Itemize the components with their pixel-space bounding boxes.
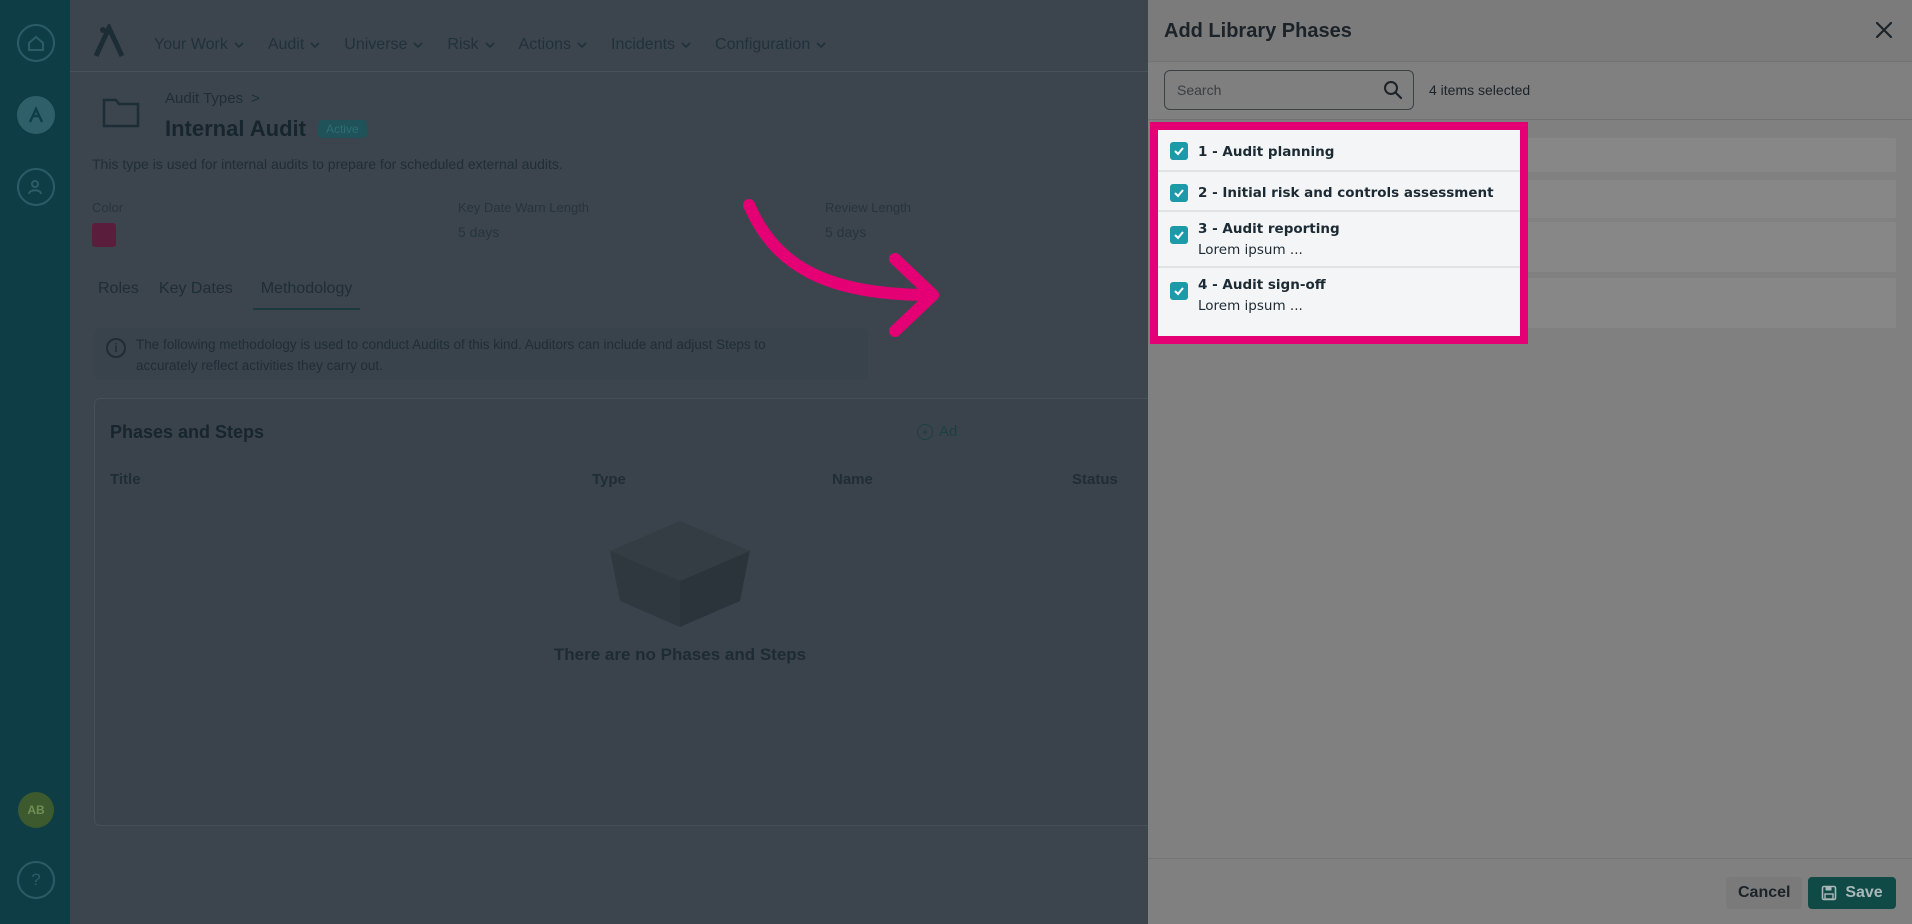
column-name[interactable]: Name [832,471,873,488]
breadcrumb-separator: > [251,90,260,107]
chevron-down-icon [413,42,423,49]
phases-title: Phases and Steps [110,422,265,442]
chevron-down-icon [681,42,691,49]
phase-description: Lorem ipsum ... [1198,298,1303,314]
close-icon[interactable] [1874,20,1894,40]
brand-logo-icon[interactable] [92,24,126,58]
nav-label: Risk [447,36,479,53]
key-date-field: Key Date Warn Length 5 days [458,200,589,240]
search-box [1164,70,1414,110]
checkbox-checked[interactable] [1170,226,1188,244]
nav-label: Actions [518,36,571,53]
page-description: This type is used for internal audits to… [92,156,563,172]
column-status[interactable]: Status [1072,471,1118,488]
nav-configuration[interactable]: Configuration [715,36,826,54]
check-icon [1174,287,1184,296]
phase-description: Lorem ipsum ... [1198,242,1303,258]
empty-state-text: There are no Phases and Steps [553,645,807,664]
breadcrumb: Audit Types > [165,90,260,107]
drawer-toolbar: 4 items selected [1148,62,1912,120]
home-icon[interactable] [17,24,55,62]
list-row-background [1516,180,1896,218]
nav-incidents[interactable]: Incidents [611,36,691,54]
search-icon[interactable] [1383,80,1403,100]
list-row-background [1516,278,1896,328]
column-type[interactable]: Type [592,471,626,488]
nav-your-work[interactable]: Your Work [154,36,244,54]
add-phase-label: Ad [939,423,958,440]
phase-title: 3 - Audit reporting [1198,221,1340,237]
checkbox-checked[interactable] [1170,142,1188,160]
chevron-down-icon [310,42,320,49]
nav-label: Universe [344,36,408,53]
key-date-value: 5 days [458,224,500,240]
chevron-down-icon [816,42,826,49]
main-nav: Your Work Audit Universe Risk Actions In… [154,36,826,54]
tab-methodology[interactable]: Methodology [252,280,361,310]
tab-roles[interactable]: Roles [98,280,139,310]
check-icon [1174,189,1184,198]
plus-circle-icon: + [917,423,933,440]
phases-and-steps-card: Phases and Steps + Ad Title Type Name St… [94,398,1294,826]
nav-audit[interactable]: Audit [268,36,320,54]
chevron-down-icon [484,42,495,49]
nav-risk[interactable]: Risk [447,36,495,54]
add-phase-button[interactable]: + Ad [917,423,957,440]
info-text-line2: accurately reflect activities they carry… [136,358,383,373]
status-badge: Active [317,120,367,138]
tab-key-dates[interactable]: Key Dates [159,280,233,310]
column-title[interactable]: Title [110,471,141,488]
folder-icon [102,98,140,128]
tab-bar: Roles Key Dates Methodology [98,280,361,310]
app-logo-icon[interactable] [17,96,55,134]
search-input[interactable] [1177,80,1377,100]
drawer-header: Add Library Phases [1148,0,1912,62]
list-item[interactable]: 2 - Initial risk and controls assessment [1158,172,1520,212]
save-label: Save [1845,884,1883,901]
chevron-down-icon [234,42,244,49]
avatar[interactable]: AB [18,792,54,828]
page-title-text: Internal Audit [165,116,306,141]
color-field: Color [92,200,123,247]
color-label: Color [92,200,124,215]
user-settings-icon[interactable] [17,168,55,206]
save-icon [1822,885,1837,901]
nav-label: Incidents [611,36,676,53]
phase-title: 1 - Audit planning [1198,144,1335,160]
breadcrumb-audit-types[interactable]: Audit Types [165,90,243,107]
checkbox-checked[interactable] [1170,282,1188,300]
list-row-background [1516,222,1896,272]
nav-actions[interactable]: Actions [519,36,587,54]
help-icon[interactable]: ? [17,861,55,899]
color-swatch [92,223,116,247]
chevron-down-icon [577,42,587,49]
drawer-footer: Cancel Save [1148,858,1912,924]
nav-universe[interactable]: Universe [344,36,423,54]
cancel-button[interactable]: Cancel [1726,877,1803,909]
list-item[interactable]: 1 - Audit planning [1158,130,1520,172]
nav-label: Configuration [715,36,811,53]
selected-phases-list: 1 - Audit planning 2 - Initial risk and … [1150,122,1528,344]
nav-label: Audit [267,36,305,53]
drawer-title: Add Library Phases [1164,20,1352,42]
key-date-label: Key Date Warn Length [458,200,590,215]
left-rail: AB ? [0,0,70,924]
phase-title: 2 - Initial risk and controls assessment [1198,185,1494,201]
info-icon: i [106,338,126,358]
list-row-background [1516,138,1896,172]
list-item[interactable]: 3 - Audit reporting Lorem ipsum ... [1158,212,1520,268]
nav-label: Your Work [154,36,228,53]
selected-count: 4 items selected [1429,82,1531,98]
checkbox-checked[interactable] [1170,184,1188,202]
phase-title: 4 - Audit sign-off [1198,277,1326,293]
check-icon [1174,147,1184,156]
check-icon [1174,231,1184,240]
empty-box-icon [610,521,750,627]
save-button[interactable]: Save [1808,877,1896,909]
annotation-arrow-icon [743,199,939,337]
list-item[interactable]: 4 - Audit sign-off Lorem ipsum ... [1158,268,1520,336]
page-title: Internal Audit Active [165,116,367,142]
